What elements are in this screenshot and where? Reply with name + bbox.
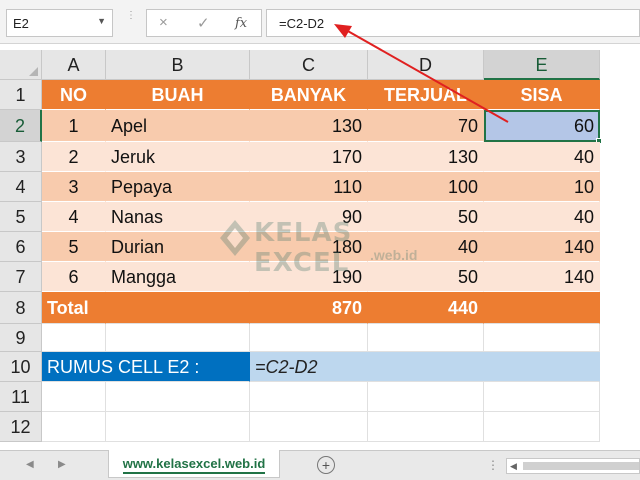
scroll-left-icon[interactable]: ◀ [26, 459, 34, 470]
header-no[interactable]: NO [42, 80, 106, 110]
column-header-a[interactable]: A [42, 50, 106, 80]
sheet-tab-bar: ◀ ▶ www.kelasexcel.web.id + ⋮ ◀ [0, 450, 640, 480]
enter-icon[interactable]: ✓ [197, 14, 210, 32]
column-header-d[interactable]: D [368, 50, 484, 80]
cell-a5[interactable]: 4 [42, 202, 106, 232]
cell-a7[interactable]: 6 [42, 262, 106, 292]
row-header-11[interactable]: 11 [0, 382, 42, 412]
row-header-5[interactable]: 5 [0, 202, 42, 232]
name-box-value: E2 [13, 16, 29, 31]
header-sisa[interactable]: SISA [484, 80, 600, 110]
cell-total-terjual[interactable]: 440 [368, 292, 484, 324]
cancel-icon[interactable]: × [159, 14, 168, 31]
cell-b4[interactable]: Pepaya [106, 172, 250, 202]
formula-buttons: × ✓ fx [146, 9, 262, 37]
grid-cell[interactable] [106, 412, 250, 442]
grid-cell[interactable] [42, 324, 106, 352]
scrollbar-thumb[interactable] [523, 462, 639, 470]
cell-e4[interactable]: 10 [484, 172, 600, 202]
vertical-dots-icon[interactable]: ⋮ [487, 458, 499, 472]
row-header-10[interactable]: 10 [0, 352, 42, 382]
grid-cell[interactable] [484, 324, 600, 352]
horizontal-scrollbar[interactable]: ◀ [506, 458, 640, 474]
cell-a3[interactable]: 2 [42, 142, 106, 172]
grid-cell[interactable] [250, 412, 368, 442]
grid-cell[interactable] [250, 382, 368, 412]
cell-c7[interactable]: 190 [250, 262, 368, 292]
header-terjual[interactable]: TERJUAL [368, 80, 484, 110]
cell-c6[interactable]: 180 [250, 232, 368, 262]
column-header-c[interactable]: C [250, 50, 368, 80]
name-box[interactable]: E2 ▼ [6, 9, 113, 37]
cell-b5[interactable]: Nanas [106, 202, 250, 232]
grid-cell[interactable] [42, 382, 106, 412]
cell-c5[interactable]: 90 [250, 202, 368, 232]
row-header-7[interactable]: 7 [0, 262, 42, 292]
cell-d7[interactable]: 50 [368, 262, 484, 292]
row-header-6[interactable]: 6 [0, 232, 42, 262]
add-sheet-button[interactable]: + [317, 456, 335, 474]
formula-text: =C2-D2 [279, 16, 325, 31]
cell-a2[interactable]: 1 [42, 110, 106, 142]
cell-e7[interactable]: 140 [484, 262, 600, 292]
row-header-2[interactable]: 2 [0, 110, 42, 142]
grid-cell[interactable] [42, 412, 106, 442]
cell-d5[interactable]: 50 [368, 202, 484, 232]
grid-cell[interactable] [484, 382, 600, 412]
cell-e2-selected[interactable]: 60 [484, 110, 600, 142]
sheet-tab-active[interactable]: www.kelasexcel.web.id [108, 450, 280, 478]
vertical-dots-icon: ⋮ [126, 10, 136, 21]
cell-d6[interactable]: 40 [368, 232, 484, 262]
cell-e8[interactable] [484, 292, 600, 324]
scroll-right-icon[interactable]: ▶ [58, 459, 66, 470]
cell-e3[interactable]: 40 [484, 142, 600, 172]
cell-b2[interactable]: Apel [106, 110, 250, 142]
cell-d2[interactable]: 70 [368, 110, 484, 142]
cell-d4[interactable]: 100 [368, 172, 484, 202]
sheet-tab-label: www.kelasexcel.web.id [122, 456, 266, 471]
cell-total-label[interactable]: Total [42, 292, 106, 324]
cell-c3[interactable]: 170 [250, 142, 368, 172]
formula-bar: E2 ▼ ⋮ × ✓ fx =C2-D2 [0, 0, 640, 44]
row-header-8[interactable]: 8 [0, 292, 42, 324]
cell-e6[interactable]: 140 [484, 232, 600, 262]
grid-cell[interactable] [484, 412, 600, 442]
row-header-3[interactable]: 3 [0, 142, 42, 172]
cell-d3[interactable]: 130 [368, 142, 484, 172]
row-header-9[interactable]: 9 [0, 324, 42, 352]
row-header-1[interactable]: 1 [0, 80, 42, 110]
cell-e5[interactable]: 40 [484, 202, 600, 232]
cell-c4[interactable]: 110 [250, 172, 368, 202]
formula-note-label[interactable]: RUMUS CELL E2 : [42, 352, 250, 382]
cell-b8[interactable] [106, 292, 250, 324]
cell-a4[interactable]: 3 [42, 172, 106, 202]
grid-cell[interactable] [368, 324, 484, 352]
formula-note-value[interactable]: =C2-D2 [250, 352, 600, 382]
row-header-12[interactable]: 12 [0, 412, 42, 442]
select-all-corner[interactable] [0, 50, 42, 80]
header-banyak[interactable]: BANYAK [250, 80, 368, 110]
insert-function-icon[interactable]: fx [235, 16, 247, 31]
cell-c2[interactable]: 130 [250, 110, 368, 142]
grid-cell[interactable] [106, 382, 250, 412]
chevron-down-icon[interactable]: ▼ [97, 16, 106, 26]
row-header-4[interactable]: 4 [0, 172, 42, 202]
grid-cell[interactable] [250, 324, 368, 352]
cell-a6[interactable]: 5 [42, 232, 106, 262]
grid-cell[interactable] [368, 382, 484, 412]
cell-total-banyak[interactable]: 870 [250, 292, 368, 324]
cell-b6[interactable]: Durian [106, 232, 250, 262]
grid-cell[interactable] [368, 412, 484, 442]
cell-b3[interactable]: Jeruk [106, 142, 250, 172]
column-header-e[interactable]: E [484, 50, 600, 80]
scroll-left-arrow-icon[interactable]: ◀ [510, 461, 517, 472]
column-header-b[interactable]: B [106, 50, 250, 80]
header-buah[interactable]: BUAH [106, 80, 250, 110]
grid-cell[interactable] [106, 324, 250, 352]
cell-b7[interactable]: Mangga [106, 262, 250, 292]
formula-input[interactable]: =C2-D2 [266, 9, 640, 37]
